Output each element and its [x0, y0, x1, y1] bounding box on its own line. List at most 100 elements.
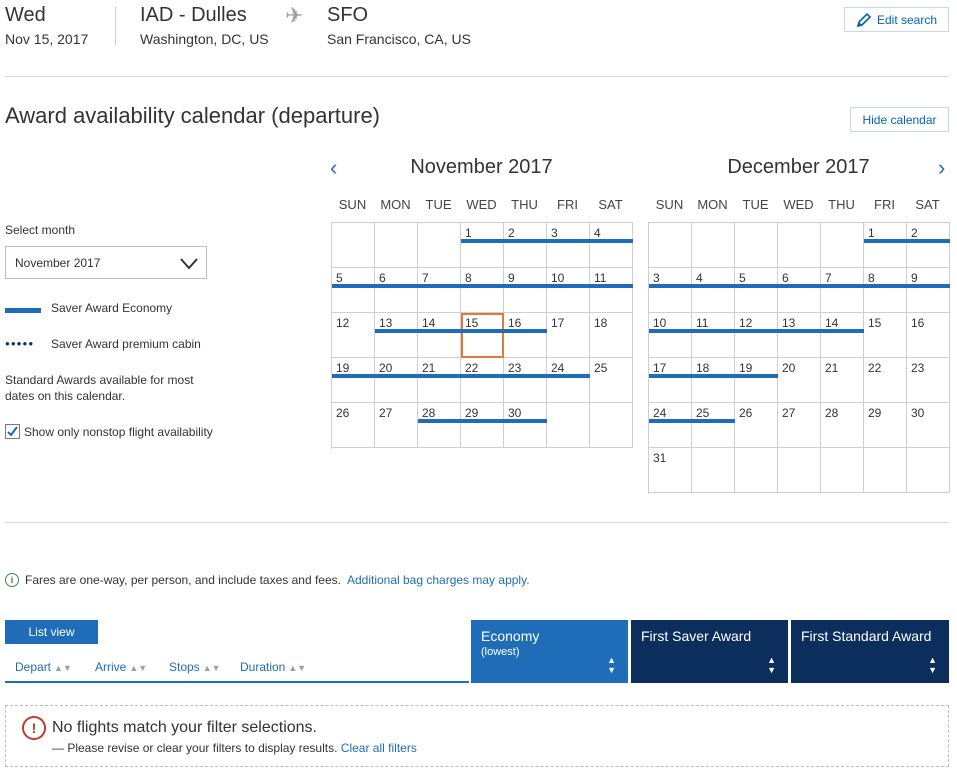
legend-economy-swatch	[5, 308, 41, 313]
fare-col-label: First Saver Award	[641, 628, 752, 644]
calendar-day[interactable]: 29	[864, 403, 907, 448]
calendar-day[interactable]: 22	[461, 358, 504, 403]
calendar-day[interactable]: 14	[418, 313, 461, 358]
calendar-day[interactable]: 23	[504, 358, 547, 403]
sort-duration[interactable]: Duration ▲▼	[240, 660, 306, 674]
hide-calendar-button[interactable]: Hide calendar	[850, 107, 949, 132]
clear-filters-link[interactable]: Clear all filters	[341, 741, 417, 755]
fare-col-first-saver[interactable]: First Saver Award ▲ ▼	[631, 620, 788, 683]
saver-economy-bar	[649, 329, 692, 333]
calendar-day[interactable]: 11	[692, 313, 735, 358]
calendar-day[interactable]: 12	[332, 313, 375, 358]
saver-economy-bar	[692, 374, 735, 378]
calendar-day[interactable]: 1	[864, 223, 907, 268]
weekday-label: THU	[511, 197, 538, 212]
calendar-day[interactable]: 9	[504, 268, 547, 313]
day-number: 13	[379, 316, 393, 330]
calendar-day[interactable]: 16	[907, 313, 950, 358]
calendar-day[interactable]: 10	[547, 268, 590, 313]
calendar-day[interactable]: 28	[821, 403, 864, 448]
calendar-empty-cell	[735, 223, 778, 268]
day-number: 6	[782, 271, 789, 285]
calendar-day[interactable]: 29	[461, 403, 504, 448]
calendar-day[interactable]: 12	[735, 313, 778, 358]
day-number: 3	[551, 226, 558, 240]
calendar-empty-cell	[547, 403, 590, 448]
day-number: 17	[653, 361, 667, 375]
fare-col-sub: (lowest)	[481, 646, 520, 658]
list-view-button[interactable]: List view	[5, 620, 98, 644]
calendar-day[interactable]: 5	[332, 268, 375, 313]
sort-depart[interactable]: Depart ▲▼	[15, 660, 72, 674]
calendar-day[interactable]: 30	[907, 403, 950, 448]
calendar-day[interactable]: 2	[504, 223, 547, 268]
calendar-day[interactable]: 20	[778, 358, 821, 403]
nonstop-checkbox[interactable]	[5, 424, 20, 439]
calendar-day[interactable]: 9	[907, 268, 950, 313]
calendar-day[interactable]: 25	[692, 403, 735, 448]
calendar-day[interactable]: 13	[375, 313, 418, 358]
calendar-day[interactable]: 10	[649, 313, 692, 358]
calendar-day[interactable]: 22	[864, 358, 907, 403]
sort-arrows-icon: ▲▼	[928, 655, 937, 675]
sort-arrive[interactable]: Arrive ▲▼	[95, 660, 147, 674]
calendar-day[interactable]: 31	[649, 448, 692, 493]
calendar-day[interactable]: 17	[547, 313, 590, 358]
calendar-day[interactable]: 1	[461, 223, 504, 268]
calendar-day[interactable]: 5	[735, 268, 778, 313]
calendar-day[interactable]: 26	[735, 403, 778, 448]
calendar-day[interactable]: 8	[461, 268, 504, 313]
calendar-day[interactable]: 19	[735, 358, 778, 403]
calendar-day[interactable]: 25	[590, 358, 633, 403]
calendar-day[interactable]: 13	[778, 313, 821, 358]
weekday-label: WED	[466, 197, 497, 212]
calendar-day[interactable]: 24	[547, 358, 590, 403]
calendar-day[interactable]: 21	[418, 358, 461, 403]
calendar-day[interactable]: 14	[821, 313, 864, 358]
calendar-day[interactable]: 20	[375, 358, 418, 403]
calendar-day[interactable]: 8	[864, 268, 907, 313]
calendar-day[interactable]: 7	[821, 268, 864, 313]
calendar-day[interactable]: 4	[590, 223, 633, 268]
fares-info: i Fares are one-way, per person, and inc…	[5, 573, 530, 587]
calendar-day[interactable]: 3	[547, 223, 590, 268]
sort-stops[interactable]: Stops ▲▼	[169, 660, 221, 674]
calendar-grid-november: 1 2 3 4 5 6 7 8 9 10 11 12 13 14 15 16 17 18 19 20 21 22 23 24 2…	[331, 222, 633, 449]
calendar-day[interactable]: 23	[907, 358, 950, 403]
saver-economy-bar	[735, 329, 778, 333]
calendar-day[interactable]: 28	[418, 403, 461, 448]
calendar-day[interactable]: 6	[375, 268, 418, 313]
calendar-day[interactable]: 17	[649, 358, 692, 403]
calendar-day[interactable]: 16	[504, 313, 547, 358]
calendar-day[interactable]: 18	[692, 358, 735, 403]
calendar-day[interactable]: 2	[907, 223, 950, 268]
day-number: 21	[825, 361, 839, 375]
edit-search-button[interactable]: Edit search	[844, 7, 949, 32]
calendar-day[interactable]: 30	[504, 403, 547, 448]
month-select[interactable]: November 2017	[5, 246, 207, 279]
bag-charges-link[interactable]: Additional bag charges may apply.	[347, 573, 530, 587]
calendar-day[interactable]: 27	[778, 403, 821, 448]
saver-economy-bar	[504, 329, 547, 333]
calendar-day[interactable]: 26	[332, 403, 375, 448]
day-number: 4	[594, 226, 601, 240]
fare-col-economy[interactable]: Economy (lowest) ▲ ▼	[471, 620, 628, 683]
calendar-day[interactable]: 6	[778, 268, 821, 313]
calendar-day[interactable]: 18	[590, 313, 633, 358]
calendar-day[interactable]: 11	[590, 268, 633, 313]
airplane-icon: ✈	[285, 3, 304, 28]
fare-col-first-standard[interactable]: First Standard Award ▲ ▼	[791, 620, 949, 683]
calendar-day[interactable]: 27	[375, 403, 418, 448]
calendar-day[interactable]: 3	[649, 268, 692, 313]
calendar-day[interactable]: 15	[461, 313, 504, 358]
day-number: 26	[336, 406, 350, 420]
calendar-day[interactable]: 19	[332, 358, 375, 403]
weekday-label: WED	[783, 197, 814, 212]
calendar-day[interactable]: 7	[418, 268, 461, 313]
calendar-day[interactable]: 4	[692, 268, 735, 313]
calendar-day[interactable]: 24	[649, 403, 692, 448]
saver-economy-bar	[907, 284, 950, 288]
calendar-day[interactable]: 21	[821, 358, 864, 403]
calendar-day[interactable]: 15	[864, 313, 907, 358]
day-number: 16	[508, 316, 522, 330]
